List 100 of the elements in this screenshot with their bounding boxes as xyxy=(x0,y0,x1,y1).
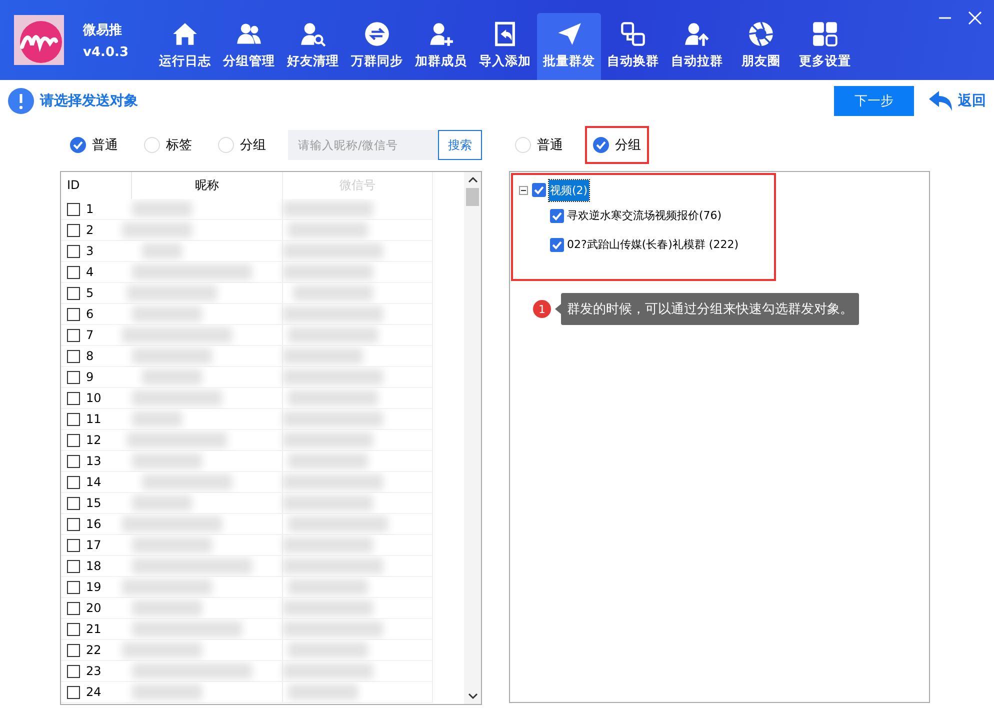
row-checkbox[interactable] xyxy=(67,350,80,362)
nav-tab[interactable]: 自动换群 xyxy=(601,13,665,80)
app-version: v4.0.3 xyxy=(83,44,130,60)
search-field[interactable]: 请输入昵称/微信号 xyxy=(288,130,438,160)
row-number: 12 xyxy=(86,433,102,447)
row-number: 24 xyxy=(86,685,102,699)
row-checkbox[interactable] xyxy=(67,244,80,258)
row-checkbox[interactable] xyxy=(67,266,80,278)
row-number: 13 xyxy=(86,454,102,468)
import-icon xyxy=(492,21,518,47)
tree-item-label[interactable]: 寻欢逆水寒交流场视频报价(76) xyxy=(566,205,723,226)
row-checkbox[interactable] xyxy=(67,308,80,320)
nav-tab[interactable]: 自动拉群 xyxy=(665,13,729,80)
radio-button[interactable] xyxy=(593,137,609,153)
scroll-thumb[interactable] xyxy=(466,188,479,206)
user-search-icon xyxy=(300,21,326,47)
collapse-icon[interactable] xyxy=(519,186,528,194)
row-checkbox[interactable] xyxy=(67,664,80,678)
info-icon xyxy=(8,88,34,114)
row-number: 9 xyxy=(86,370,94,384)
row-number: 7 xyxy=(86,328,94,342)
row-checkbox[interactable] xyxy=(67,622,80,636)
nav-tab[interactable]: 分组管理 xyxy=(217,13,281,80)
nav-tab[interactable]: 更多设置 xyxy=(793,13,857,80)
swap-icon xyxy=(620,21,646,47)
radio-option[interactable]: 分组 xyxy=(587,128,647,162)
row-checkbox[interactable] xyxy=(67,224,80,236)
grid-icon xyxy=(812,21,838,47)
back-arrow-icon[interactable] xyxy=(928,90,954,112)
row-checkbox[interactable] xyxy=(67,286,80,300)
row-checkbox[interactable] xyxy=(67,602,80,614)
scrollbar[interactable] xyxy=(464,172,481,704)
search-button[interactable]: 搜索 xyxy=(438,130,482,160)
row-checkbox[interactable] xyxy=(67,476,80,488)
row-number: 2 xyxy=(86,223,94,237)
radio-option[interactable]: 普通 xyxy=(509,128,569,162)
row-checkbox[interactable] xyxy=(67,434,80,446)
row-number: 4 xyxy=(86,265,94,279)
back-link[interactable]: 返回 xyxy=(958,92,986,110)
row-checkbox[interactable] xyxy=(67,686,80,698)
row-checkbox[interactable] xyxy=(67,580,80,594)
row-checkbox[interactable] xyxy=(67,328,80,342)
column-header: 昵称 xyxy=(132,172,283,199)
app-name: 微易推 xyxy=(83,22,123,38)
scroll-up-icon[interactable] xyxy=(468,176,478,184)
scroll-down-icon[interactable] xyxy=(468,692,478,700)
tree-checkbox[interactable] xyxy=(532,183,546,197)
row-number: 5 xyxy=(86,286,94,300)
row-number: 21 xyxy=(86,622,102,636)
aperture-icon xyxy=(748,21,774,47)
row-checkbox[interactable] xyxy=(67,370,80,384)
row-number: 19 xyxy=(86,580,102,594)
row-number: 11 xyxy=(86,412,102,426)
tree-checkbox[interactable] xyxy=(550,208,564,222)
tree-checkbox[interactable] xyxy=(550,238,564,252)
nav-tab[interactable]: 导入添加 xyxy=(473,13,537,80)
row-checkbox[interactable] xyxy=(67,538,80,552)
row-number: 6 xyxy=(86,307,94,321)
row-number: 10 xyxy=(86,391,102,405)
tooltip-pointer-icon xyxy=(555,304,561,314)
sync-icon xyxy=(364,21,390,47)
row-checkbox[interactable] xyxy=(67,518,80,530)
row-number: 22 xyxy=(86,643,102,657)
nav-tab[interactable]: 万群同步 xyxy=(345,13,409,80)
users-icon xyxy=(236,21,262,47)
row-number: 20 xyxy=(86,601,102,615)
row-checkbox[interactable] xyxy=(67,392,80,404)
nav-tab[interactable]: 批量群发 xyxy=(537,13,601,80)
page-title: 请选择发送对象 xyxy=(40,92,138,110)
row-checkbox[interactable] xyxy=(67,496,80,510)
tree-group-label[interactable]: 视频(2) xyxy=(549,180,589,200)
app-logo xyxy=(14,15,64,65)
row-checkbox[interactable] xyxy=(67,454,80,468)
row-number: 23 xyxy=(86,664,102,678)
nav-tab[interactable]: 加群成员 xyxy=(409,13,473,80)
nav-tab[interactable]: 运行日志 xyxy=(153,13,217,80)
next-button[interactable]: 下一步 xyxy=(834,86,914,116)
user-up-icon xyxy=(684,21,710,47)
radio-option[interactable]: 分组 xyxy=(212,128,272,162)
row-number: 17 xyxy=(86,538,102,552)
nav-tab[interactable]: 好友清理 xyxy=(281,13,345,80)
close-icon[interactable] xyxy=(968,11,982,25)
row-number: 18 xyxy=(86,559,102,573)
row-checkbox[interactable] xyxy=(67,412,80,426)
row-number: 3 xyxy=(86,244,94,258)
home-icon xyxy=(172,21,198,47)
row-checkbox[interactable] xyxy=(67,202,80,216)
radio-option[interactable]: 普通 xyxy=(64,128,124,162)
row-checkbox[interactable] xyxy=(67,644,80,656)
tooltip: 群发的时候，可以通过分组来快速勾选群发对象。 xyxy=(561,293,859,325)
row-number: 8 xyxy=(86,349,94,363)
radio-button[interactable] xyxy=(70,137,86,153)
row-checkbox[interactable] xyxy=(67,560,80,572)
nav-tab[interactable]: 朋友圈 xyxy=(729,13,793,80)
tree-item-label[interactable]: 02?武跆山传媒(长春)礼模群 (222) xyxy=(566,234,740,255)
column-header: ID xyxy=(61,172,132,199)
step-badge: 1 xyxy=(533,300,551,318)
radio-option[interactable]: 标签 xyxy=(138,128,198,162)
row-number: 16 xyxy=(86,517,102,531)
row-number: 1 xyxy=(86,202,94,216)
